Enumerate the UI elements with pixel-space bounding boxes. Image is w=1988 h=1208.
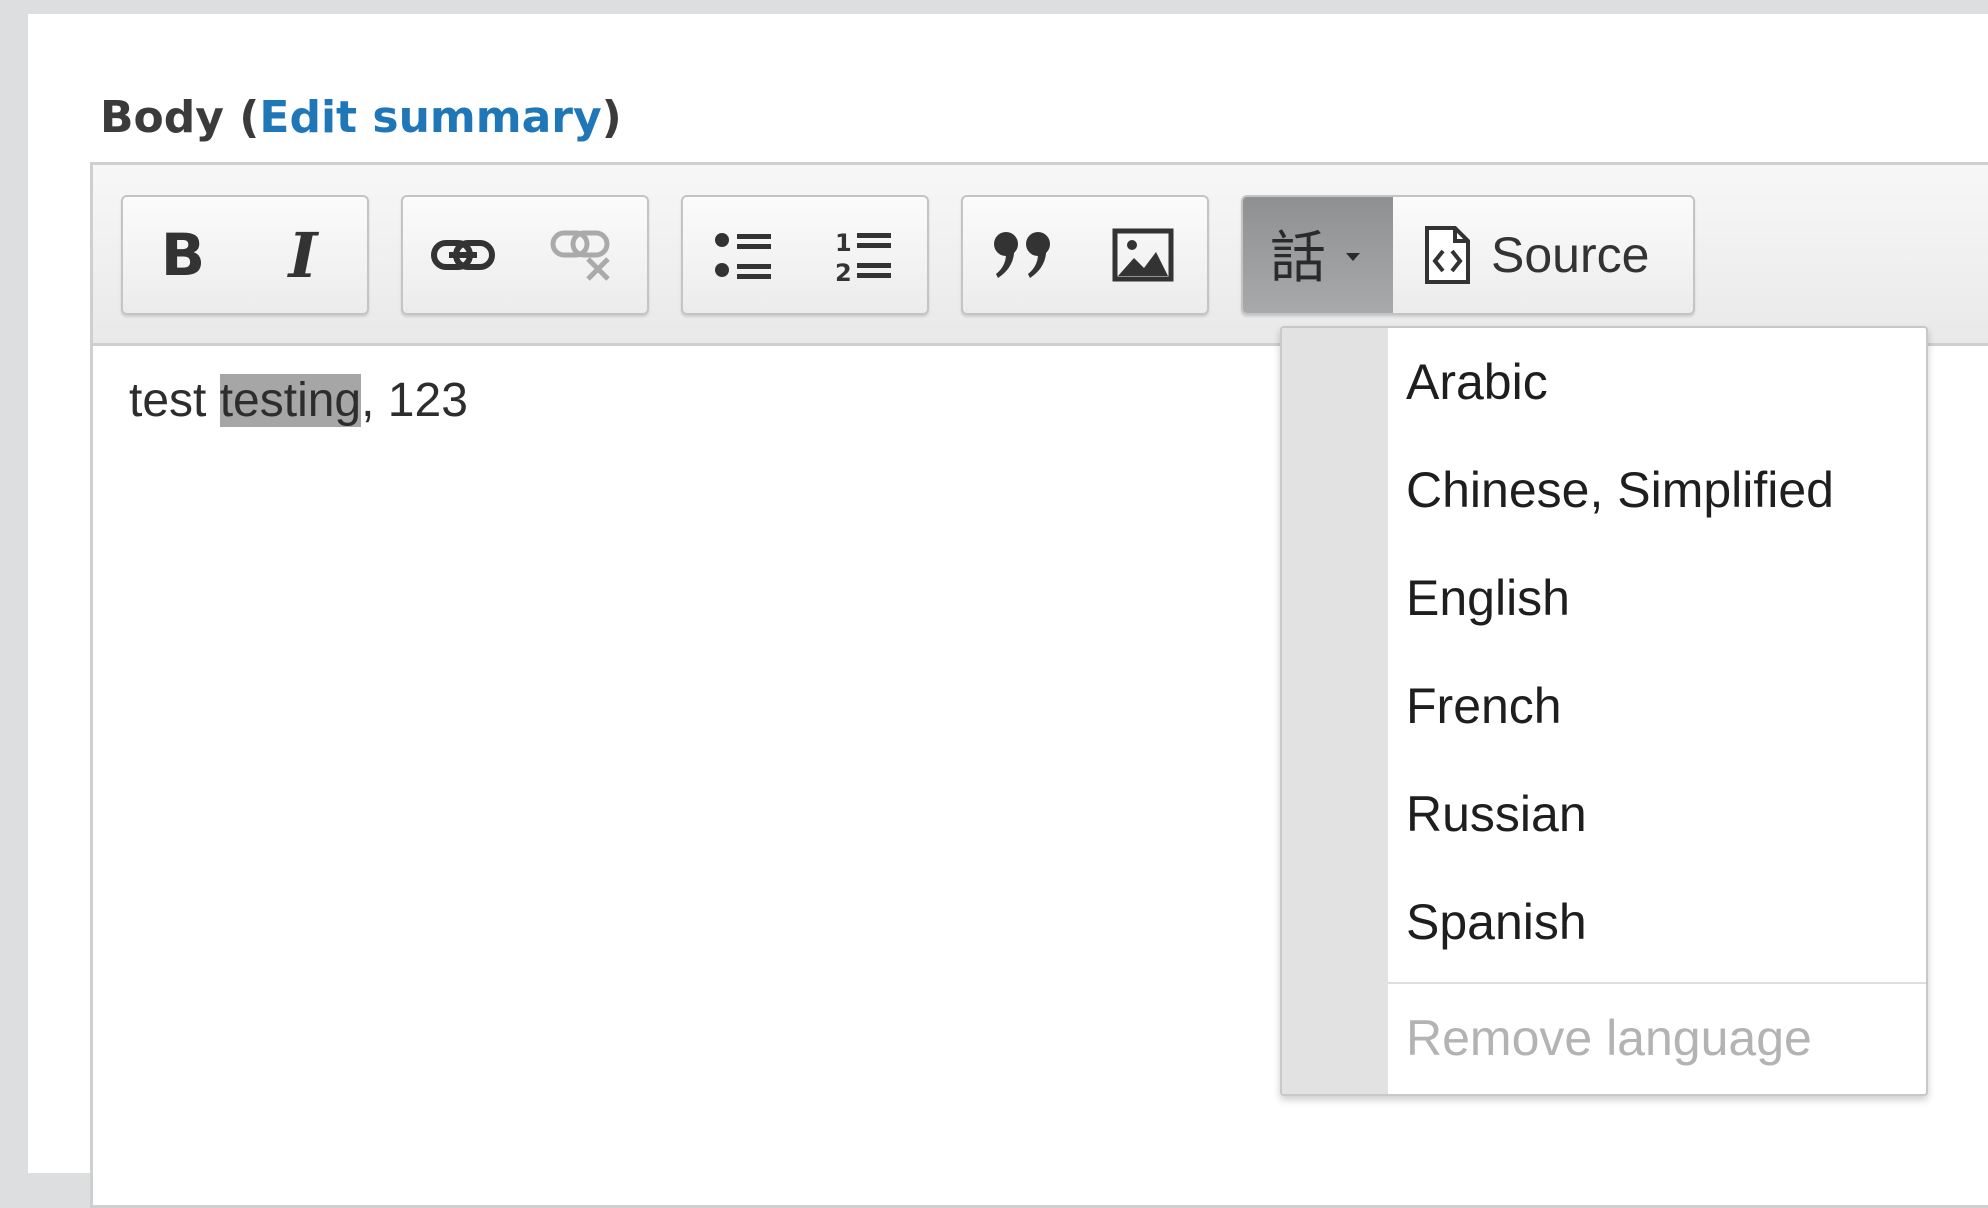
unlink-button[interactable] <box>523 197 643 313</box>
body-field-label: Body (Edit summary) <box>100 92 622 143</box>
svg-text:1: 1 <box>835 229 852 257</box>
language-button[interactable]: 話 <box>1243 197 1393 313</box>
toolbar-group-basic-styles: B I <box>121 195 369 315</box>
italic-icon: I <box>288 218 318 292</box>
language-dropdown-menu: Arabic Chinese, Simplified English Frenc… <box>1280 326 1928 1096</box>
source-icon <box>1425 226 1470 284</box>
toolbar-group-language-source: 話 Source <box>1241 195 1695 315</box>
page: Body (Edit summary) B I 1 2 話 Source tes… <box>28 14 1988 1208</box>
language-icon: 話 <box>1270 226 1360 287</box>
language-option-french[interactable]: French <box>1406 652 1562 760</box>
content-text-after: , 123 <box>361 374 468 427</box>
content-text-before: test <box>129 374 220 427</box>
field-label-text: Body <box>100 92 224 143</box>
image-icon <box>1112 228 1174 282</box>
menu-icon-gutter <box>1282 328 1388 1094</box>
image-button[interactable] <box>1083 197 1203 313</box>
svg-text:2: 2 <box>835 259 852 283</box>
toolbar-group-links <box>401 195 649 315</box>
language-option-russian[interactable]: Russian <box>1406 760 1587 868</box>
bold-icon: B <box>160 221 206 289</box>
editor-content[interactable]: test testing, 123 <box>129 373 468 428</box>
italic-button[interactable]: I <box>243 197 363 313</box>
source-button[interactable]: Source <box>1393 197 1693 313</box>
blockquote-button[interactable] <box>963 197 1083 313</box>
link-icon <box>431 240 495 270</box>
field-label-close-paren: ) <box>601 92 622 143</box>
field-label-open-paren: ( <box>239 92 260 143</box>
bulleted-list-icon <box>715 233 771 279</box>
bulleted-list-button[interactable] <box>683 197 803 313</box>
language-option-chinese-simplified[interactable]: Chinese, Simplified <box>1406 436 1834 544</box>
edit-summary-link[interactable]: Edit summary <box>259 92 601 143</box>
toolbar-group-blocks <box>961 195 1209 315</box>
numbered-list-icon: 1 2 <box>835 229 891 283</box>
language-option-arabic[interactable]: Arabic <box>1406 328 1548 436</box>
numbered-list-button[interactable]: 1 2 <box>803 197 923 313</box>
link-button[interactable] <box>403 197 523 313</box>
editor-toolbar: B I 1 2 話 Source <box>93 165 1988 346</box>
language-option-spanish[interactable]: Spanish <box>1406 868 1587 976</box>
bold-button[interactable]: B <box>123 197 243 313</box>
language-option-english[interactable]: English <box>1406 544 1570 652</box>
svg-text:話: 話 <box>1270 226 1326 287</box>
unlink-icon <box>550 230 610 281</box>
toolbar-group-lists: 1 2 <box>681 195 929 315</box>
source-button-label: Source <box>1491 227 1650 283</box>
selected-text: testing <box>219 374 362 427</box>
blockquote-icon <box>994 232 1050 278</box>
remove-language-option: Remove language <box>1406 1010 1812 1066</box>
